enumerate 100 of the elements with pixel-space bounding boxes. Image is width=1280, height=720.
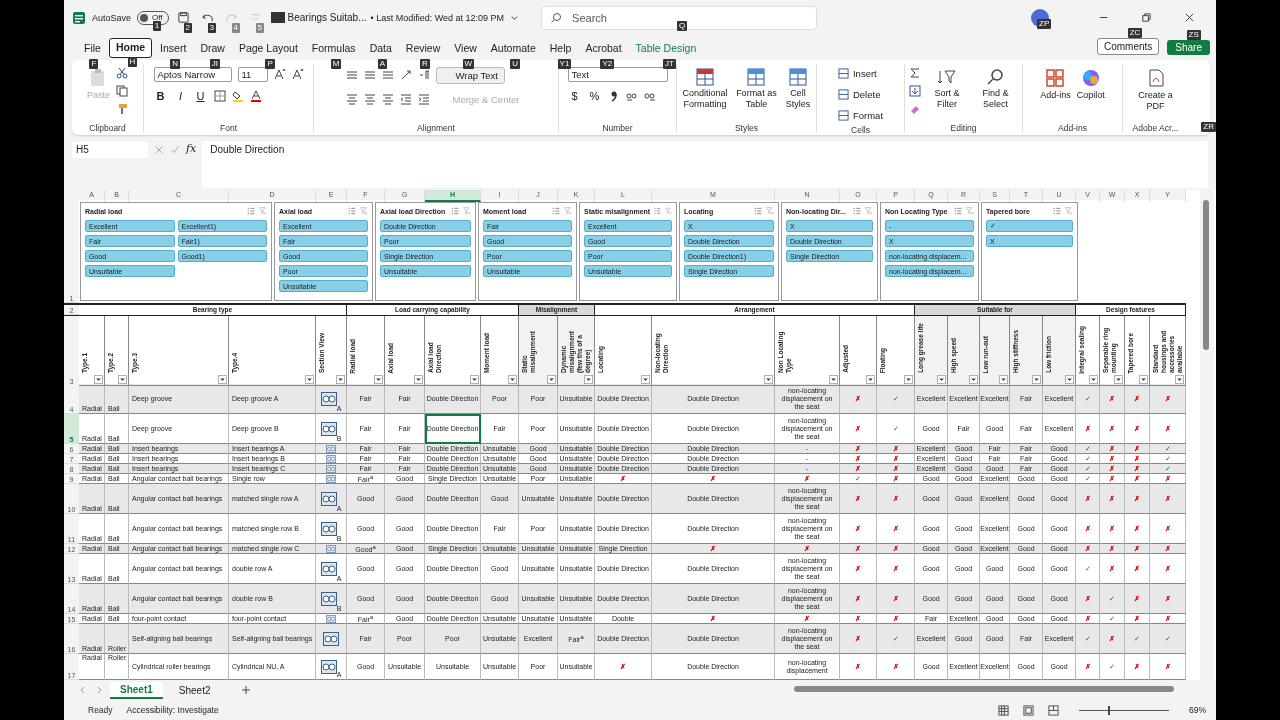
filter-dropdown-icon[interactable] (1032, 375, 1041, 385)
copy-icon[interactable] (116, 84, 128, 97)
align-icon[interactable] (346, 93, 359, 106)
borders-icon[interactable] (213, 89, 226, 102)
ribbon-tab[interactable]: Table Design (629, 39, 703, 58)
accessibility-status[interactable]: Accessibility: Investigate (126, 705, 219, 716)
ribbon-tab[interactable]: Formulas (305, 39, 362, 58)
multi-select-icon[interactable] (853, 207, 861, 216)
ribbon-tab[interactable]: Acrobat (579, 39, 628, 58)
font-size-dropdown[interactable]: 11 (237, 66, 268, 82)
vertical-scrollbar[interactable] (1200, 190, 1214, 681)
filter-dropdown-icon[interactable] (829, 375, 838, 385)
save-icon[interactable] (177, 11, 191, 25)
decrease-indent-icon[interactable] (400, 93, 413, 106)
underline-button[interactable]: U (193, 89, 208, 102)
ribbon-tab[interactable]: Data (363, 39, 398, 58)
italic-button[interactable]: I (173, 89, 188, 102)
filter-dropdown-icon[interactable] (937, 375, 946, 385)
multi-select-icon[interactable] (954, 207, 962, 216)
sheet-tab[interactable]: Sheet2 (168, 682, 221, 698)
editing-button[interactable]: Find & Select (972, 63, 1018, 110)
cells-button[interactable]: Format (837, 105, 884, 125)
addins-button[interactable]: Add-ins (1040, 63, 1071, 101)
wrap-text-button[interactable]: Wrap Text (436, 66, 505, 84)
autosum-icon[interactable] (909, 66, 921, 79)
filter-dropdown-icon[interactable] (547, 375, 556, 385)
editing-button[interactable]: Sort & Filter (927, 63, 967, 110)
ribbon-tab[interactable]: Automate (484, 39, 542, 58)
filter-dropdown-icon[interactable] (1175, 375, 1184, 385)
addins-button[interactable]: Copilot (1076, 63, 1105, 101)
ribbon-tab[interactable]: Help (543, 39, 578, 58)
ribbon-tab[interactable]: View (448, 39, 483, 58)
restore-icon[interactable] (1141, 12, 1152, 24)
styles-button[interactable]: Cell Styles (783, 63, 812, 110)
filter-dropdown-icon[interactable] (764, 375, 773, 385)
styles-button[interactable]: Format as Table (735, 63, 778, 110)
comments-button[interactable]: Comments (1096, 37, 1160, 55)
ribbon-tab[interactable]: Insert (154, 39, 193, 58)
cells-button[interactable]: Insert (837, 63, 877, 83)
filter-dropdown-icon[interactable] (1089, 375, 1098, 385)
font-name-dropdown[interactable]: Aptos Narrow (153, 66, 232, 82)
styles-button[interactable]: Conditional Formatting (681, 63, 729, 110)
multi-select-icon[interactable] (451, 207, 459, 216)
vertical-align-icon[interactable] (346, 69, 359, 82)
filter-dropdown-icon[interactable] (414, 375, 423, 385)
filter-dropdown-icon[interactable] (584, 375, 593, 385)
increase-indent-icon[interactable] (418, 93, 431, 106)
multi-select-icon[interactable] (247, 207, 255, 216)
currency-button[interactable]: $ (567, 89, 582, 102)
align-icon[interactable] (382, 93, 395, 106)
bold-button[interactable]: B (153, 89, 168, 102)
page-break-icon[interactable] (1048, 704, 1059, 716)
filter-dropdown-icon[interactable] (969, 375, 978, 385)
filter-dropdown-icon[interactable] (374, 375, 383, 385)
filter-dropdown-icon[interactable] (866, 375, 875, 385)
add-sheet-icon[interactable] (240, 685, 251, 696)
ribbon-tab[interactable]: File (78, 39, 107, 58)
ribbon-tab[interactable]: Review (399, 39, 447, 58)
filter-dropdown-icon[interactable] (1139, 375, 1148, 385)
fill-icon[interactable] (909, 84, 921, 97)
cells-button[interactable]: Delete (837, 84, 881, 104)
font-color-icon[interactable] (249, 89, 262, 102)
vertical-align-icon[interactable] (364, 69, 377, 82)
insert-function-button[interactable]: fx (186, 141, 197, 155)
page-layout-icon[interactable] (1023, 704, 1034, 716)
filter-dropdown-icon[interactable] (305, 375, 314, 385)
normal-view-icon[interactable] (998, 704, 1009, 716)
filter-dropdown-icon[interactable] (470, 375, 479, 385)
ribbon-tab[interactable]: Draw (194, 39, 231, 58)
formula-input[interactable]: Double Direction (202, 140, 1208, 189)
filter-dropdown-icon[interactable] (508, 375, 517, 385)
vertical-align-icon[interactable] (382, 69, 395, 82)
create-pdf-button[interactable]: Create a PDF (1130, 63, 1181, 112)
filter-dropdown-icon[interactable] (218, 375, 227, 385)
filter-dropdown-icon[interactable] (336, 375, 345, 385)
multi-select-icon[interactable] (552, 207, 560, 216)
ribbon-tab[interactable]: Page Layout (232, 39, 304, 58)
orientation-icon[interactable] (400, 69, 413, 82)
decrease-font-icon[interactable] (291, 68, 304, 81)
filter-dropdown-icon[interactable] (904, 375, 913, 385)
align-icon[interactable] (364, 93, 377, 106)
ribbon-tab[interactable]: Home (108, 37, 153, 58)
filter-dropdown-icon[interactable] (999, 375, 1008, 385)
filter-dropdown-icon[interactable] (1065, 375, 1074, 385)
chevron-down-icon[interactable] (510, 13, 520, 23)
text-direction-icon[interactable] (418, 69, 431, 82)
zoom-slider-thumb[interactable] (1107, 705, 1110, 715)
name-box[interactable]: H5 (72, 141, 148, 158)
number-format-dropdown[interactable]: Text (567, 66, 668, 82)
filter-dropdown-icon[interactable] (94, 375, 103, 385)
zoom-level[interactable]: 69% (1189, 705, 1206, 716)
multi-select-icon[interactable] (754, 207, 762, 216)
share-button[interactable]: Share (1167, 39, 1210, 55)
multi-select-icon[interactable] (348, 207, 356, 216)
close-icon[interactable] (1184, 12, 1195, 24)
multi-select-icon[interactable] (1053, 207, 1061, 216)
percent-button[interactable]: % (587, 89, 602, 102)
file-name[interactable]: Bearings Suitab... (270, 12, 367, 24)
format-painter-icon[interactable] (116, 102, 128, 115)
filter-dropdown-icon[interactable] (641, 375, 650, 385)
